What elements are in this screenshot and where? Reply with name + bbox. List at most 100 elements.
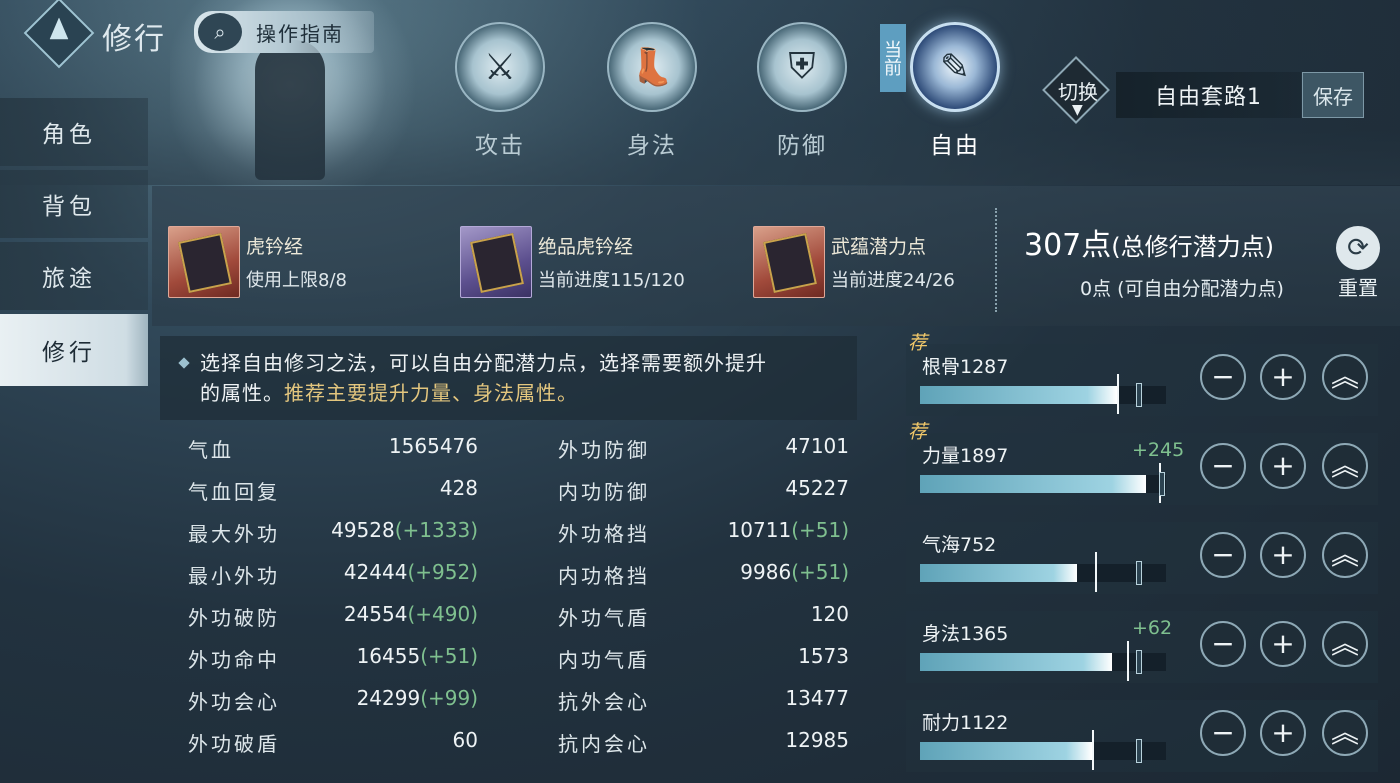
magnifier-book-icon: ⌕ <box>198 13 242 51</box>
tab-free[interactable]: ✎ 自由 <box>900 22 1010 172</box>
stat-label: 气血回复 <box>188 480 280 504</box>
attribute-bar-marker <box>1136 739 1142 763</box>
stat-label: 外功破盾 <box>188 732 280 756</box>
attribute-bar-marker <box>1159 472 1165 496</box>
plus-icon[interactable]: + <box>1260 710 1306 756</box>
attribute-bar-cap <box>1117 374 1119 414</box>
attribute-bar[interactable] <box>920 641 1166 681</box>
stat-value: 45227 <box>785 476 849 500</box>
shield-icon: ⛨ <box>757 22 847 112</box>
stat-value: 1565476 <box>388 434 478 458</box>
free-points: 0点 (可自由分配潜力点) <box>1080 278 1284 300</box>
tab-attack[interactable]: ⚔ 攻击 <box>445 22 555 172</box>
minus-icon[interactable]: − <box>1200 621 1246 667</box>
stat-label: 抗外会心 <box>558 690 650 714</box>
book-icon <box>763 232 817 294</box>
divider <box>995 208 997 312</box>
stat-label: 抗内会心 <box>558 732 650 756</box>
reset-icon[interactable]: ⟳ <box>1336 226 1380 270</box>
stat-row: 最小外功 42444(+952) <box>188 560 478 602</box>
item-name: 武蕴潜力点 <box>831 236 927 258</box>
minus-icon[interactable]: − <box>1200 354 1246 400</box>
stat-label: 外功命中 <box>188 648 280 672</box>
guide-label: 操作指南 <box>256 21 344 46</box>
sidebar-item-cultivation[interactable]: 修行 <box>0 314 148 386</box>
attribute-name: 耐力1122 <box>922 712 1009 734</box>
stat-label: 气血 <box>188 438 234 462</box>
plus-icon[interactable]: + <box>1260 532 1306 578</box>
item-desc: 当前进度115/120 <box>538 270 685 291</box>
stat-value: 60 <box>452 728 478 752</box>
stat-value: 24554(+490) <box>343 602 478 626</box>
item-icon <box>168 226 240 298</box>
tip-line-1: 选择自由修习之法，可以自由分配潜力点，选择需要额外提升 <box>178 348 837 378</box>
double-chevron-up-icon[interactable]: ︽ <box>1322 710 1368 756</box>
stat-value: 24299(+99) <box>356 686 478 710</box>
attribute-bar-cap <box>1127 641 1129 681</box>
attribute-bar[interactable] <box>920 730 1166 770</box>
attribute-bar[interactable] <box>920 463 1166 503</box>
item-name: 虎钤经 <box>246 236 304 258</box>
attribute-bar[interactable] <box>920 374 1166 414</box>
stat-row: 气血 1565476 <box>188 434 478 476</box>
attribute-row: 身法1365 +62 − + ︽ <box>906 611 1378 683</box>
minus-icon[interactable]: − <box>1200 443 1246 489</box>
attribute-row: 荐根骨1287 − + ︽ <box>906 332 1378 416</box>
item-name: 绝品虎钤经 <box>538 236 634 258</box>
attribute-bar-marker <box>1136 383 1142 407</box>
item-desc: 使用上限8/8 <box>246 270 347 291</box>
attribute-bar-fill <box>920 742 1092 760</box>
double-chevron-up-icon[interactable]: ︽ <box>1322 354 1368 400</box>
attribute-name: 根骨1287 <box>922 356 1009 378</box>
tip-box: 选择自由修习之法，可以自由分配潜力点，选择需要额外提升 的属性。推荐主要提升力量… <box>160 336 857 420</box>
stat-label: 外功气盾 <box>558 606 650 630</box>
guide-button[interactable]: ⌕ 操作指南 <box>194 11 374 53</box>
recommended-badge: 荐 <box>908 332 928 354</box>
cultivation-tabs: ⚔ 攻击 👢 身法 ⛨ 防御 ✎ 自由 <box>445 22 1045 172</box>
double-chevron-up-icon[interactable]: ︽ <box>1322 443 1368 489</box>
stat-value: 13477 <box>785 686 849 710</box>
sidebar-item-journey[interactable]: 旅途 <box>0 242 148 310</box>
boot-icon: 👢 <box>607 22 697 112</box>
attribute-bonus: +245 <box>1132 439 1185 461</box>
stat-value: 1573 <box>798 644 849 668</box>
stat-value: 16455(+51) <box>356 644 478 668</box>
stat-row: 外功命中 16455(+51) <box>188 644 478 686</box>
stat-value: 428 <box>439 476 478 500</box>
tab-label: 自由 <box>930 133 980 159</box>
tab-defense[interactable]: ⛨ 防御 <box>747 22 857 172</box>
attribute-bar-fill <box>920 386 1117 404</box>
recommended-badge: 荐 <box>908 421 928 443</box>
stat-row: 外功破盾 60 <box>188 728 478 770</box>
plus-icon[interactable]: + <box>1260 443 1306 489</box>
tab-agility[interactable]: 👢 身法 <box>597 22 707 172</box>
preset-name[interactable]: 自由套路1 <box>1116 72 1301 118</box>
total-points-value: 307点 <box>1024 228 1112 263</box>
minus-icon[interactable]: − <box>1200 710 1246 756</box>
tab-label: 攻击 <box>475 133 525 159</box>
sidebar-item-bag[interactable]: 背包 <box>0 170 148 238</box>
stat-label: 最大外功 <box>188 522 280 546</box>
item-desc: 当前进度24/26 <box>831 270 955 291</box>
attribute-bar[interactable] <box>920 552 1166 592</box>
reset-button[interactable]: 重置 <box>1338 272 1378 301</box>
attribute-name: 身法1365 <box>922 623 1009 645</box>
save-button[interactable]: 保存 <box>1302 72 1364 118</box>
stat-label: 最小外功 <box>188 564 280 588</box>
stat-label: 内功防御 <box>558 480 650 504</box>
plus-icon[interactable]: + <box>1260 354 1306 400</box>
attribute-name: 力量1897 <box>922 445 1009 467</box>
double-chevron-up-icon[interactable]: ︽ <box>1322 532 1368 578</box>
attribute-bar-cap <box>1095 552 1097 592</box>
switch-label: 切换 <box>1058 80 1098 104</box>
attribute-bar-fill <box>920 475 1146 493</box>
sidebar-item-character[interactable]: 角色 <box>0 98 148 166</box>
total-points-label: (总修行潜力点) <box>1111 233 1274 261</box>
plus-icon[interactable]: + <box>1260 621 1306 667</box>
diamond-bullet-icon <box>178 357 190 369</box>
double-chevron-up-icon[interactable]: ︽ <box>1322 621 1368 667</box>
minus-icon[interactable]: − <box>1200 532 1246 578</box>
book-brush-icon: ✎ <box>910 22 1000 112</box>
attribute-bar-fill <box>920 564 1077 582</box>
item-icon <box>460 226 532 298</box>
